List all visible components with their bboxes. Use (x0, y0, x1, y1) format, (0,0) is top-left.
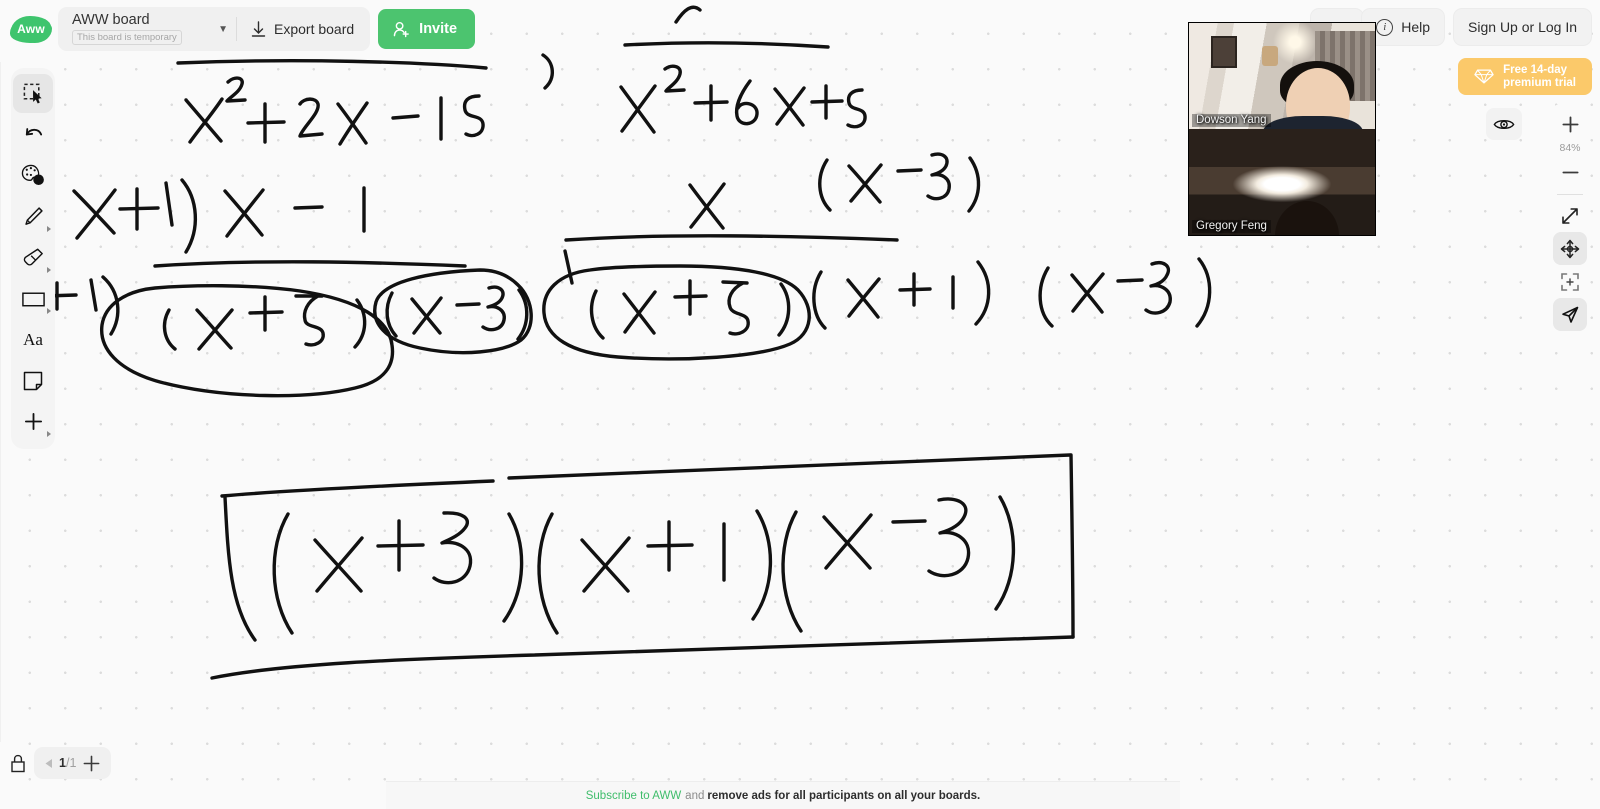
add-tool[interactable] (13, 402, 53, 441)
note-tool[interactable] (13, 361, 53, 400)
signup-login-button[interactable]: Sign Up or Log In (1453, 8, 1592, 46)
trial-line-1: Free 14-day (1503, 63, 1568, 76)
download-icon (251, 20, 266, 37)
participant-name-2: Gregory Feng (1192, 220, 1271, 233)
rectangle-icon (21, 292, 45, 306)
eye-visibility-icon (1493, 119, 1515, 129)
participant-head-2 (1274, 201, 1339, 235)
awwapp-window: Aww AWW board This board is temporary ▼ … (0, 0, 1600, 809)
subscribe-link[interactable]: Subscribe to AWW (586, 790, 681, 802)
diamond-icon (1474, 69, 1494, 84)
page-indicator: 1/1 (59, 756, 76, 770)
eraser-icon (23, 248, 43, 266)
chevron-down-icon: ▼ (218, 23, 228, 35)
triangle-left-icon (45, 758, 52, 768)
free-trial-label: Free 14-day premium trial (1503, 64, 1576, 90)
zoom-level-label: 84% (1559, 142, 1581, 154)
person-add-icon (393, 21, 410, 37)
picture-frame-decor (1211, 35, 1238, 68)
page-controls: 1/1 (34, 747, 112, 779)
select-tool[interactable] (13, 74, 53, 113)
pen-tool[interactable] (13, 197, 53, 236)
signup-label: Sign Up or Log In (1468, 19, 1577, 35)
info-icon: i (1376, 18, 1394, 36)
expand-arrows-icon (1562, 207, 1578, 224)
text-tool[interactable]: Aa (13, 320, 53, 359)
chevron-right-icon (47, 267, 51, 273)
total-pages: 1 (69, 756, 77, 770)
aww-logo-text: Aww (11, 16, 51, 42)
ad-conjunction: and (685, 789, 705, 802)
minus-icon (1561, 171, 1579, 174)
export-board-button[interactable]: Export board (237, 7, 370, 51)
pointer-arrow-icon (1562, 306, 1579, 323)
zoom-out-button[interactable] (1553, 156, 1587, 189)
fit-to-screen-icon (1561, 272, 1579, 291)
top-right-controls: i Help Sign Up or Log In (1361, 8, 1592, 46)
ad-message: remove ads for all participants on all y… (707, 789, 981, 802)
participant-name-1: Dowson Yang (1192, 114, 1271, 127)
video-tile-participant-2[interactable]: Gregory Feng (1189, 129, 1375, 235)
chevron-right-icon (47, 431, 51, 437)
select-cursor-icon (23, 83, 42, 104)
invite-button[interactable]: Invite (378, 9, 476, 49)
shape-tool[interactable] (13, 279, 53, 318)
aww-logo[interactable]: Aww (8, 6, 54, 52)
sticky-note-icon (23, 371, 43, 390)
video-call-panel[interactable]: Dowson Yang Gregory Feng (1188, 22, 1376, 236)
zoom-in-button[interactable] (1553, 108, 1587, 141)
zoom-and-view-controls: 84% (1550, 104, 1590, 337)
plus-icon (24, 412, 42, 431)
board-title: AWW board (72, 11, 150, 28)
lamp-decor (1261, 46, 1278, 67)
board-status-badge: This board is temporary (72, 29, 182, 46)
plus-icon (1561, 116, 1579, 133)
previous-page-button[interactable] (44, 758, 53, 769)
video-tile-participant-1[interactable]: Dowson Yang (1189, 23, 1375, 129)
subscribe-ad-banner: Subscribe to AWW and remove ads for all pa… (386, 782, 1180, 809)
visibility-toggle-button[interactable] (1486, 108, 1522, 140)
fit-to-screen-button[interactable] (1553, 265, 1587, 298)
undo-arrow-icon (25, 128, 42, 136)
board-name-dropdown[interactable]: AWW board This board is temporary ▼ (58, 7, 236, 51)
color-palette-icon (21, 164, 44, 186)
move-pan-icon (1560, 239, 1580, 258)
page-navigation-bar: 1/1 (10, 747, 112, 779)
plus-icon (83, 755, 100, 771)
left-tool-palette: Aa (11, 68, 55, 449)
pencil-icon (24, 207, 43, 225)
eraser-tool[interactable] (13, 238, 53, 277)
pointer-button[interactable] (1553, 298, 1587, 331)
canvas-left-edge-line (0, 62, 1, 742)
expand-button[interactable] (1553, 199, 1587, 232)
text-aa-icon: Aa (23, 329, 43, 349)
lock-icon (11, 754, 25, 772)
help-label: Help (1401, 19, 1431, 35)
current-page: 1 (59, 756, 66, 770)
pan-button[interactable] (1553, 232, 1587, 265)
lock-button[interactable] (10, 754, 26, 773)
control-divider (1557, 194, 1583, 195)
invite-label: Invite (419, 21, 458, 37)
free-trial-button[interactable]: Free 14-day premium trial (1458, 58, 1592, 95)
board-controls-group: AWW board This board is temporary ▼ Expo… (58, 7, 371, 51)
add-page-button[interactable] (82, 754, 101, 773)
trial-line-2: premium trial (1503, 76, 1576, 89)
top-toolbar: Aww AWW board This board is temporary ▼ … (0, 0, 476, 52)
chevron-right-icon (47, 308, 51, 314)
color-tool[interactable] (13, 156, 53, 195)
chevron-right-icon (47, 226, 51, 232)
export-board-label: Export board (274, 21, 355, 37)
undo-tool[interactable] (13, 115, 53, 154)
